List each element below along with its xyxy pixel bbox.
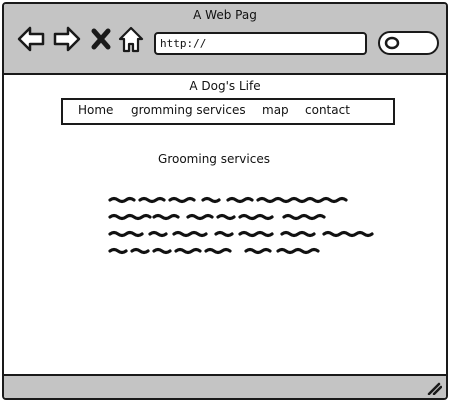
page-heading: Grooming services — [158, 152, 270, 166]
forward-arrow-icon[interactable] — [52, 24, 82, 54]
home-icon[interactable] — [118, 24, 144, 54]
status-bar — [4, 374, 446, 398]
nav-item-map[interactable]: map — [262, 103, 289, 117]
search-icon — [384, 36, 400, 50]
window-title: A Web Pag — [193, 8, 257, 22]
site-navigation: Home gromming services map contact — [61, 98, 395, 125]
browser-window: A Web Pag http:// A Dog's Life Home grom… — [2, 2, 448, 400]
close-x-icon[interactable] — [90, 24, 112, 54]
browser-toolbar: A Web Pag http:// — [4, 4, 446, 75]
nav-item-grooming-services[interactable]: gromming services — [131, 103, 246, 117]
back-arrow-icon[interactable] — [16, 24, 46, 54]
resize-grip-icon[interactable] — [426, 381, 442, 395]
nav-item-home[interactable]: Home — [78, 103, 113, 117]
site-title: A Dog's Life — [189, 79, 261, 93]
search-field[interactable] — [378, 31, 439, 55]
url-field[interactable]: http:// — [154, 32, 367, 55]
scribbled-text-block — [108, 196, 374, 255]
nav-item-contact[interactable]: contact — [305, 103, 350, 117]
